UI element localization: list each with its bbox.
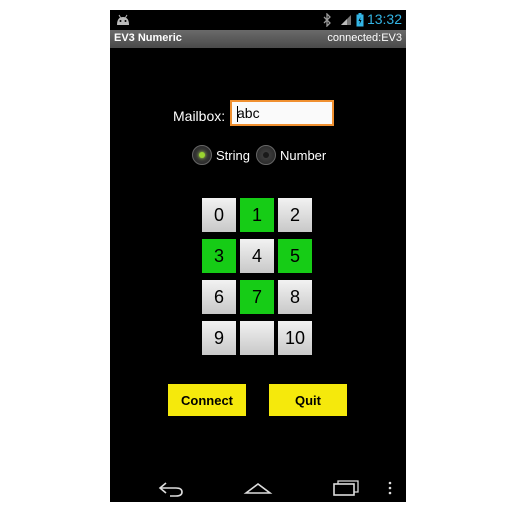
mailbox-input[interactable]: abc bbox=[230, 100, 334, 126]
radio-string[interactable]: String bbox=[192, 143, 250, 167]
quit-button[interactable]: Quit bbox=[269, 384, 347, 416]
recent-apps-icon[interactable] bbox=[330, 478, 360, 498]
mailbox-label: Mailbox: bbox=[173, 108, 226, 124]
connection-status: connected:EV3 bbox=[327, 32, 402, 44]
key-10[interactable]: 10 bbox=[278, 321, 312, 355]
bluetooth-icon bbox=[323, 13, 331, 27]
key-blank[interactable] bbox=[240, 321, 274, 355]
overflow-menu-icon[interactable] bbox=[386, 478, 394, 498]
key-5[interactable]: 5 bbox=[278, 239, 312, 273]
key-3[interactable]: 3 bbox=[202, 239, 236, 273]
status-bar: 13:32 bbox=[110, 10, 406, 30]
signal-icon bbox=[341, 15, 351, 25]
key-7[interactable]: 7 bbox=[240, 280, 274, 314]
status-time: 13:32 bbox=[366, 11, 402, 27]
radio-string-circle[interactable] bbox=[192, 145, 212, 165]
android-debug-icon bbox=[117, 14, 129, 25]
home-icon[interactable] bbox=[243, 478, 273, 498]
key-8[interactable]: 8 bbox=[278, 280, 312, 314]
battery-icon bbox=[356, 13, 364, 27]
title-bar: EV3 Numeric connected:EV3 bbox=[110, 30, 406, 48]
connect-button[interactable]: Connect bbox=[168, 384, 246, 416]
radio-string-label: String bbox=[216, 147, 250, 163]
key-9[interactable]: 9 bbox=[202, 321, 236, 355]
key-0[interactable]: 0 bbox=[202, 198, 236, 232]
key-4[interactable]: 4 bbox=[240, 239, 274, 273]
radio-number-circle[interactable] bbox=[256, 145, 276, 165]
key-2[interactable]: 2 bbox=[278, 198, 312, 232]
app-title: EV3 Numeric bbox=[114, 32, 182, 44]
radio-number-label: Number bbox=[280, 147, 327, 163]
back-icon[interactable] bbox=[156, 478, 186, 498]
key-1[interactable]: 1 bbox=[240, 198, 274, 232]
phone-screen: 13:32 EV3 Numeric connected:EV3 Mailbox:… bbox=[110, 10, 406, 502]
radio-number[interactable]: Number bbox=[256, 143, 326, 167]
key-6[interactable]: 6 bbox=[202, 280, 236, 314]
navigation-bar bbox=[110, 474, 406, 502]
